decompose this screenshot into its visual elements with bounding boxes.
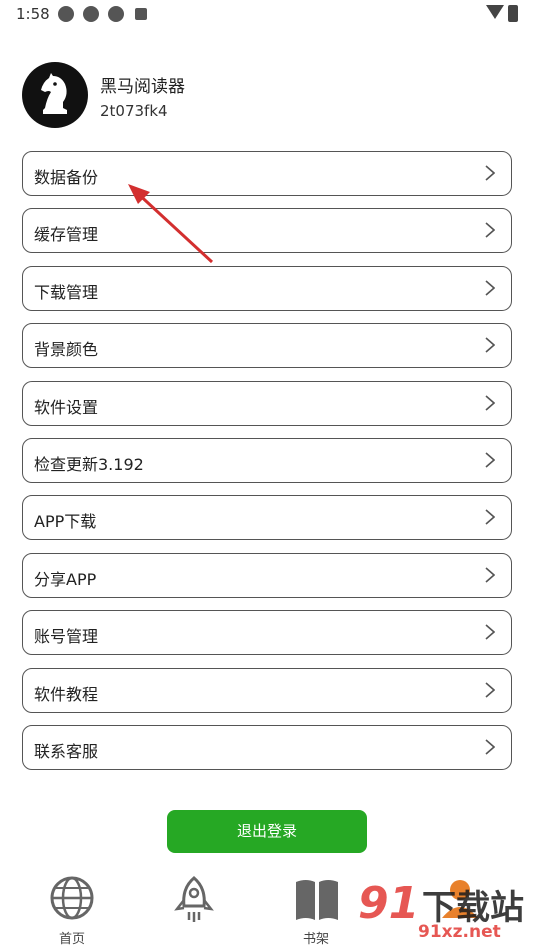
logout-button[interactable]: 退出登录 [167, 810, 367, 853]
chevron-right-icon [485, 452, 495, 468]
menu-item-check-update[interactable]: 检查更新3.192 [22, 437, 512, 483]
chevron-right-icon [485, 567, 495, 583]
rocket-icon [174, 876, 214, 922]
profile-header[interactable]: 黑马阅读器 2t073fk4 [22, 62, 422, 128]
watermark: 91 下载站 91xz.net [358, 878, 528, 946]
menu-item-label: 联系客服 [34, 741, 99, 761]
knight-icon [41, 73, 67, 114]
menu-item-app-download[interactable]: APP下载 [22, 495, 512, 541]
notification-icon [58, 6, 74, 22]
menu-item-label: 分享APP [34, 569, 97, 589]
menu-item-label: 下载管理 [34, 282, 99, 302]
menu-item-background-color[interactable]: 背景颜色 [22, 323, 512, 369]
menu-item-cache[interactable]: 缓存管理 [22, 208, 512, 254]
tab-label: 首页 [58, 932, 85, 947]
menu-item-label: 背景颜色 [34, 340, 99, 360]
globe-icon [50, 876, 94, 920]
menu-item-downloads[interactable]: 下载管理 [22, 265, 512, 311]
book-icon [296, 880, 338, 920]
battery-icon [508, 5, 518, 22]
tab-home[interactable]: 首页 [32, 870, 112, 950]
profile-name: 黑马阅读器 [100, 77, 185, 97]
notification-icon [135, 8, 147, 20]
menu-item-account[interactable]: 账号管理 [22, 610, 512, 656]
menu-item-label: 数据备份 [34, 168, 99, 187]
menu-item-label: 软件教程 [34, 684, 99, 704]
notification-icon [108, 6, 124, 22]
menu-item-label: 账号管理 [34, 627, 99, 647]
wifi-icon [486, 5, 504, 19]
chevron-right-icon [485, 681, 495, 698]
chevron-right-icon [485, 165, 495, 181]
menu-item-share-app[interactable]: 分享APP [22, 552, 512, 598]
avatar[interactable] [22, 62, 88, 128]
tab-bookshelf[interactable]: 书架 [276, 870, 356, 950]
settings-menu: 数据备份 缓存管理 下载管理 背景颜色 软件设置 检查更新3.192 APP下载… [22, 151, 512, 782]
chevron-right-icon [485, 739, 495, 755]
menu-item-label: 软件设置 [34, 397, 99, 417]
chevron-right-icon [485, 394, 495, 411]
profile-id: 2t073fk4 [100, 102, 168, 120]
menu-item-settings[interactable]: 软件设置 [22, 380, 512, 426]
chevron-right-icon [485, 509, 495, 525]
chevron-right-icon [485, 280, 495, 296]
chevron-right-icon [485, 624, 495, 640]
menu-item-label: 缓存管理 [34, 225, 99, 245]
menu-item-label: 检查更新3.192 [34, 454, 144, 474]
status-bar: 1:58 [0, 0, 534, 30]
watermark-brand: 91 [358, 878, 420, 929]
menu-item-contact-support[interactable]: 联系客服 [22, 724, 512, 770]
chevron-right-icon [485, 337, 495, 353]
watermark-url: 91xz.net [418, 922, 501, 942]
notification-icon [83, 6, 99, 22]
menu-item-data-backup[interactable]: 数据备份 [22, 151, 512, 196]
status-time: 1:58 [16, 5, 50, 23]
tab-label: 书架 [302, 932, 329, 947]
chevron-right-icon [485, 222, 495, 238]
menu-item-tutorial[interactable]: 软件教程 [22, 667, 512, 713]
tab-discover[interactable] [154, 870, 234, 950]
menu-item-label: APP下载 [34, 512, 97, 532]
